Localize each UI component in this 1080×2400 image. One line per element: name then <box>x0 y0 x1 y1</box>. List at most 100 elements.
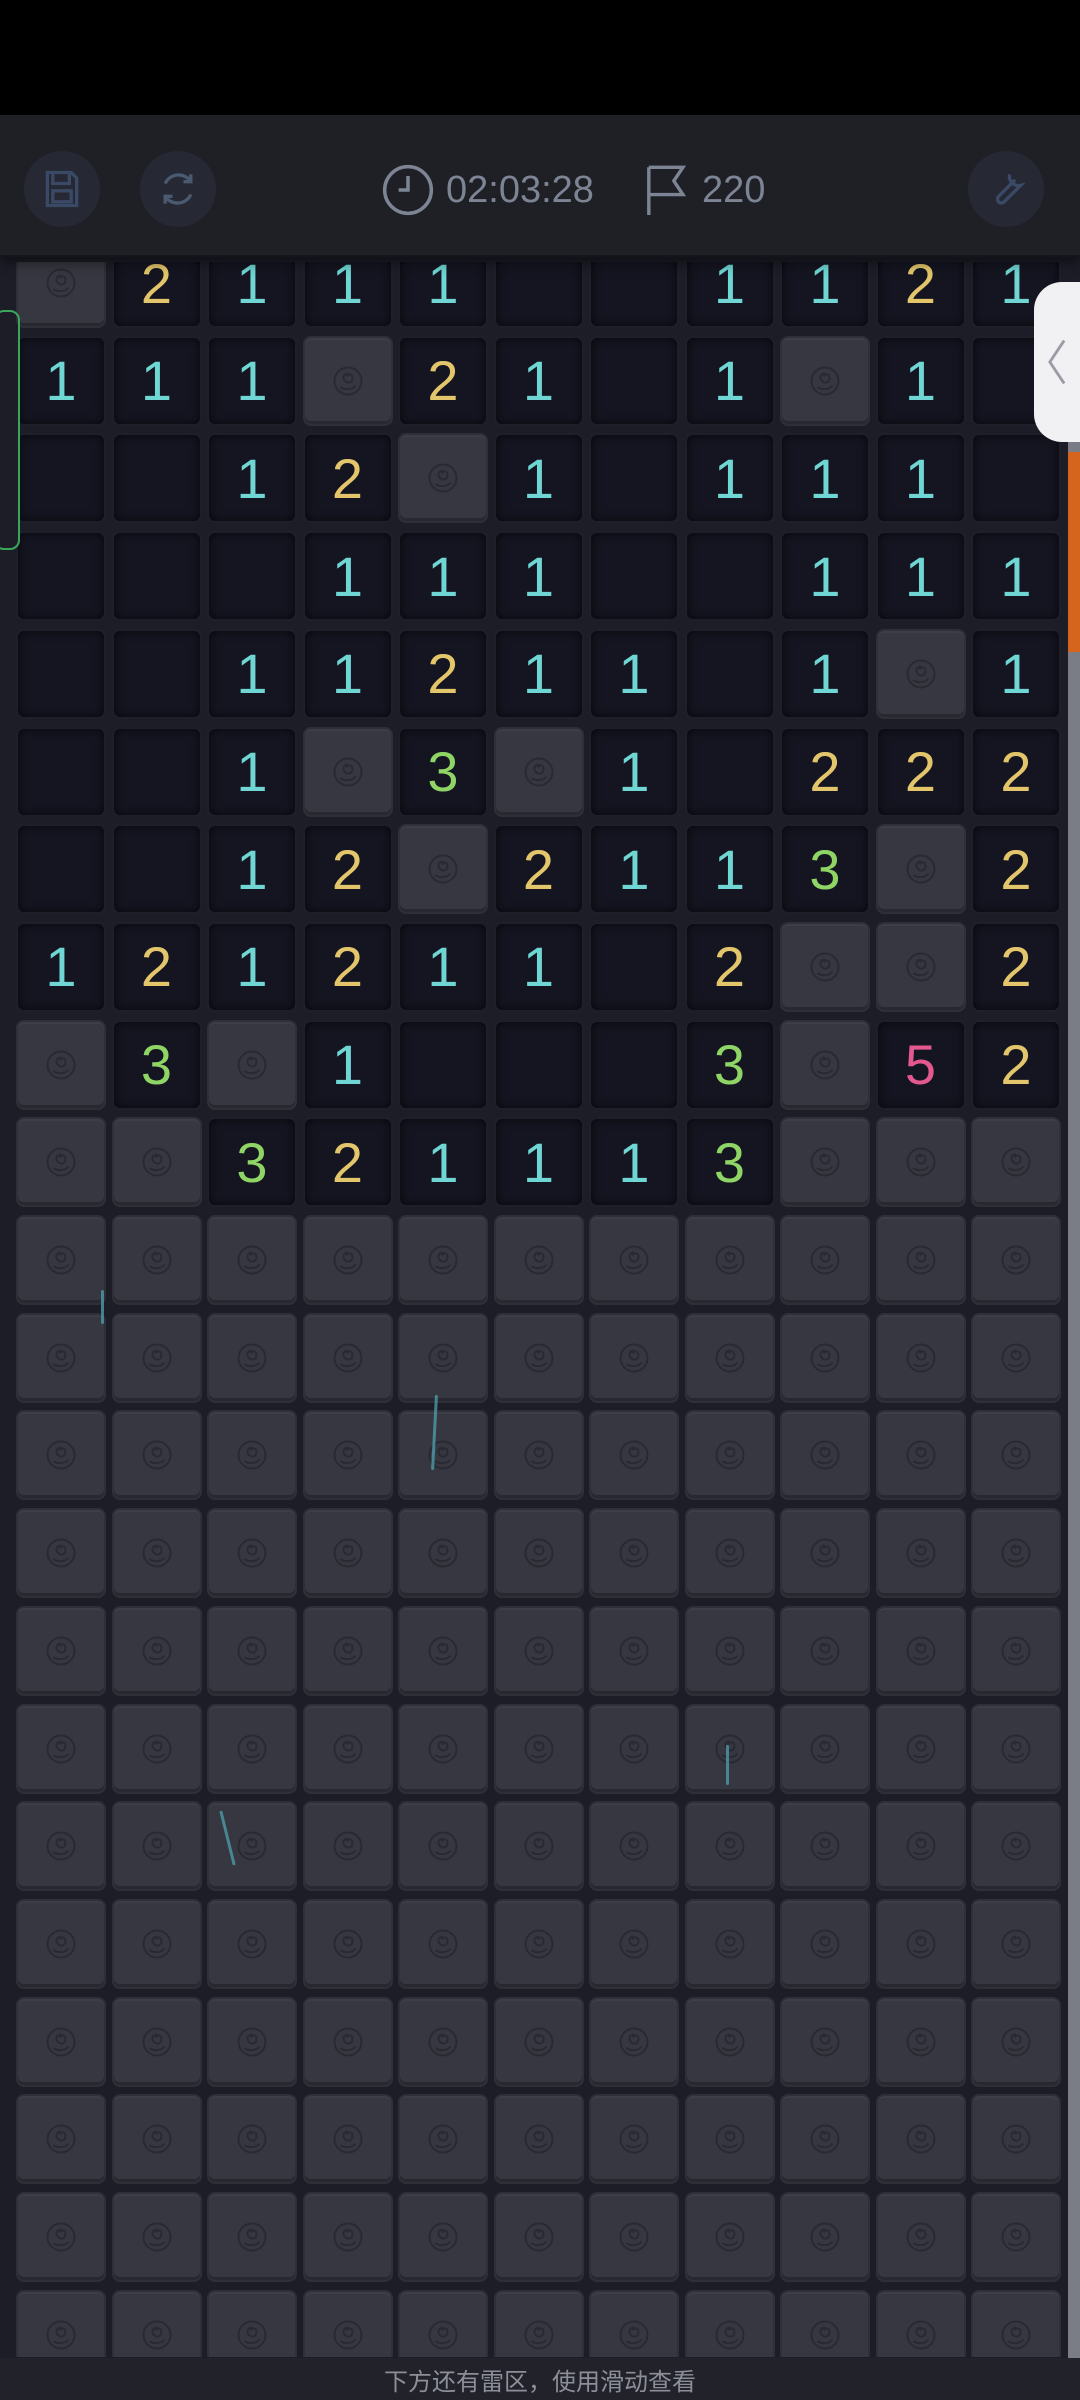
hidden-tile[interactable] <box>16 1410 106 1501</box>
number-tile[interactable]: 2 <box>971 921 1061 1012</box>
hidden-tile[interactable] <box>589 2192 679 2282</box>
hidden-tile[interactable] <box>780 2289 870 2357</box>
hidden-tile[interactable] <box>684 1801 775 1892</box>
hidden-tile[interactable] <box>207 1605 297 1696</box>
hidden-tile[interactable] <box>16 1508 106 1599</box>
hidden-tile[interactable] <box>875 2094 966 2185</box>
hidden-tile[interactable] <box>780 1703 870 1794</box>
hidden-tile[interactable] <box>207 1996 297 2087</box>
hidden-tile[interactable] <box>207 1508 297 1599</box>
hidden-tile[interactable] <box>302 1508 393 1599</box>
number-tile[interactable]: 1 <box>493 531 584 622</box>
number-tile[interactable]: 1 <box>493 1117 584 1208</box>
hidden-tile[interactable] <box>16 1898 106 1989</box>
hidden-tile[interactable] <box>875 1410 966 1501</box>
hidden-tile[interactable] <box>875 1508 966 1599</box>
number-tile[interactable]: 3 <box>780 824 870 915</box>
hidden-tile[interactable] <box>780 335 870 426</box>
hidden-tile[interactable] <box>493 1508 584 1599</box>
hidden-tile[interactable] <box>875 824 966 915</box>
hidden-tile[interactable] <box>589 1215 679 1305</box>
number-tile[interactable]: 1 <box>302 628 393 719</box>
number-tile[interactable]: 1 <box>207 262 297 328</box>
scrollbar-thumb[interactable] <box>1068 452 1080 652</box>
hidden-tile[interactable] <box>207 1312 297 1403</box>
hidden-tile[interactable] <box>875 921 966 1012</box>
hidden-tile[interactable] <box>493 1703 584 1794</box>
hidden-tile[interactable] <box>875 2289 966 2357</box>
hidden-tile[interactable] <box>875 628 966 719</box>
number-tile[interactable]: 1 <box>207 726 297 817</box>
scrollbar-track[interactable] <box>1068 440 1080 2360</box>
number-tile[interactable]: 3 <box>398 726 488 817</box>
hidden-tile[interactable] <box>684 2192 775 2282</box>
hidden-tile[interactable] <box>207 1215 297 1305</box>
number-tile[interactable]: 1 <box>684 824 775 915</box>
number-tile[interactable]: 2 <box>780 726 870 817</box>
hidden-tile[interactable] <box>207 2289 297 2357</box>
number-tile[interactable]: 1 <box>398 921 488 1012</box>
hidden-tile[interactable] <box>398 433 488 524</box>
hidden-tile[interactable] <box>493 1410 584 1501</box>
hidden-tile[interactable] <box>875 1801 966 1892</box>
hidden-tile[interactable] <box>684 1410 775 1501</box>
number-tile[interactable]: 1 <box>16 921 106 1012</box>
hidden-tile[interactable] <box>493 2094 584 2185</box>
number-tile[interactable]: 2 <box>302 1117 393 1208</box>
hidden-tile[interactable] <box>207 2192 297 2282</box>
hidden-tile[interactable] <box>780 1117 870 1208</box>
hidden-tile[interactable] <box>302 2192 393 2282</box>
hidden-tile[interactable] <box>302 1312 393 1403</box>
hidden-tile[interactable] <box>780 1898 870 1989</box>
hidden-tile[interactable] <box>589 1996 679 2087</box>
hidden-tile[interactable] <box>875 1996 966 2087</box>
hidden-tile[interactable] <box>589 1312 679 1403</box>
hidden-tile[interactable] <box>302 1801 393 1892</box>
hidden-tile[interactable] <box>493 2192 584 2282</box>
hidden-tile[interactable] <box>493 1898 584 1989</box>
hidden-tile[interactable] <box>302 1703 393 1794</box>
number-tile[interactable]: 2 <box>684 921 775 1012</box>
hidden-tile[interactable] <box>16 2289 106 2357</box>
number-tile[interactable]: 1 <box>875 433 966 524</box>
hidden-tile[interactable] <box>111 1508 202 1599</box>
hidden-tile[interactable] <box>971 1410 1061 1501</box>
hidden-tile[interactable] <box>16 1703 106 1794</box>
hidden-tile[interactable] <box>207 1898 297 1989</box>
hidden-tile[interactable] <box>398 1898 488 1989</box>
number-tile[interactable]: 2 <box>302 433 393 524</box>
hidden-tile[interactable] <box>971 1605 1061 1696</box>
hidden-tile[interactable] <box>589 2289 679 2357</box>
hidden-tile[interactable] <box>16 2094 106 2185</box>
hidden-tile[interactable] <box>971 1508 1061 1599</box>
hidden-tile[interactable] <box>780 1508 870 1599</box>
hidden-tile[interactable] <box>111 1605 202 1696</box>
number-tile[interactable]: 1 <box>780 531 870 622</box>
number-tile[interactable]: 1 <box>780 433 870 524</box>
hidden-tile[interactable] <box>398 1215 488 1305</box>
hidden-tile[interactable] <box>875 1117 966 1208</box>
number-tile[interactable]: 1 <box>971 628 1061 719</box>
hidden-tile[interactable] <box>207 2094 297 2185</box>
hidden-tile[interactable] <box>302 2289 393 2357</box>
number-tile[interactable]: 1 <box>207 628 297 719</box>
hidden-tile[interactable] <box>780 1312 870 1403</box>
hidden-tile[interactable] <box>398 1312 488 1403</box>
hidden-tile[interactable] <box>971 1996 1061 2087</box>
hidden-tile[interactable] <box>684 1996 775 2087</box>
hidden-tile[interactable] <box>493 1312 584 1403</box>
hidden-tile[interactable] <box>16 1605 106 1696</box>
hidden-tile[interactable] <box>589 1898 679 1989</box>
hidden-tile[interactable] <box>398 2289 488 2357</box>
number-tile[interactable]: 1 <box>875 335 966 426</box>
hidden-tile[interactable] <box>684 1703 775 1794</box>
hidden-tile[interactable] <box>493 1996 584 2087</box>
side-panel-handle[interactable] <box>1034 282 1080 442</box>
hidden-tile[interactable] <box>589 2094 679 2185</box>
hidden-tile[interactable] <box>493 1605 584 1696</box>
number-tile[interactable]: 1 <box>207 433 297 524</box>
number-tile[interactable]: 3 <box>111 1019 202 1110</box>
hidden-tile[interactable] <box>589 1703 679 1794</box>
number-tile[interactable]: 1 <box>493 433 584 524</box>
number-tile[interactable]: 2 <box>302 921 393 1012</box>
